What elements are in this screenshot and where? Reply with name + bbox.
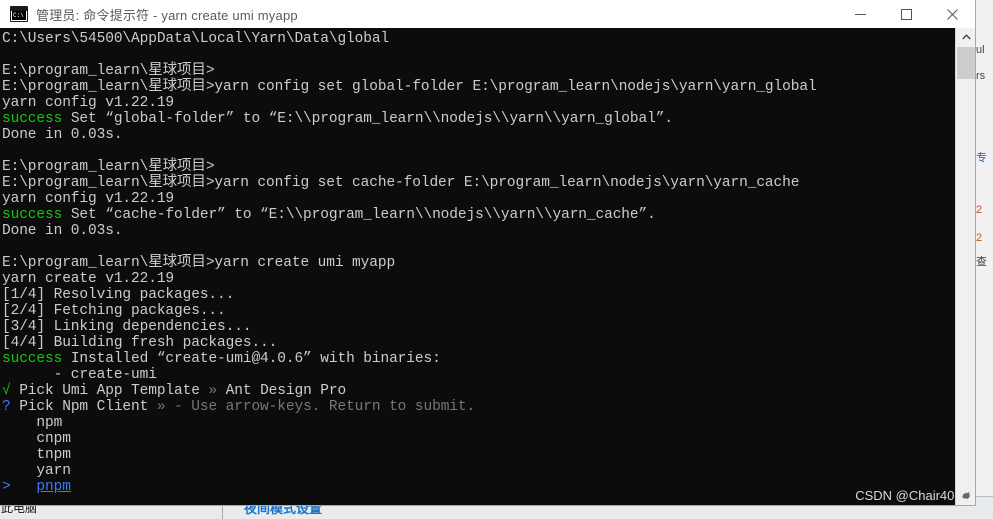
maximize-button[interactable] [883,0,929,28]
terminal-text: E:\program_learn\星球项目> [2,159,215,175]
terminal-line: yarn config v1.22.19 [2,191,953,207]
terminal-text: success [2,351,63,367]
window-titlebar[interactable]: 管理员: 命令提示符 - yarn create umi myapp [0,0,975,29]
terminal-text: [4/4] Building fresh packages... [2,335,278,351]
console-client-area[interactable]: C:\Users\54500\AppData\Local\Yarn\Data\g… [0,28,975,505]
terminal-text: Pick Npm Client [10,399,157,415]
window-title: 管理员: 命令提示符 - yarn create umi myapp [36,7,298,23]
background-window-right-edge: ul rs 专 2 2 查 [974,0,993,519]
scroll-down-arrow-icon[interactable] [956,487,975,505]
terminal-text: success [2,207,63,223]
background-text: 2 [976,232,983,244]
minimize-button[interactable] [837,0,883,28]
terminal-text: tnpm [2,447,71,463]
terminal-line: E:\program_learn\星球项目>yarn config set gl… [2,79,953,95]
terminal-text: E:\program_learn\星球项目> [2,63,215,79]
scrollbar-thumb[interactable] [957,47,975,79]
terminal-text: yarn [2,463,71,479]
terminal-text: [2/4] Fetching packages... [2,303,226,319]
console-window: 管理员: 命令提示符 - yarn create umi myapp C:\Us… [0,0,975,505]
terminal-line: E:\program_learn\星球项目>yarn config set ca… [2,175,953,191]
terminal-text[interactable]: pnpm [36,479,71,495]
terminal-text: Done in 0.03s. [2,127,123,143]
terminal-line: [3/4] Linking dependencies... [2,319,953,335]
scroll-up-arrow-icon[interactable] [956,28,975,46]
terminal-text: npm [2,415,63,431]
terminal-text: Ant Design Pro [217,383,347,399]
terminal-text: E:\program_learn\星球项目>yarn config set ca… [2,175,800,191]
terminal-line: success Set “global-folder” to “E:\\prog… [2,111,953,127]
terminal-line: Done in 0.03s. [2,223,953,239]
terminal-text: yarn config v1.22.19 [2,95,175,111]
terminal-line: [2/4] Fetching packages... [2,303,953,319]
terminal-line: [4/4] Building fresh packages... [2,335,953,351]
terminal-line: C:\Users\54500\AppData\Local\Yarn\Data\g… [2,31,953,47]
terminal-line: success Installed “create-umi@4.0.6” wit… [2,351,953,367]
terminal-text: E:\program_learn\星球项目>yarn create umi my… [2,255,396,271]
terminal-line: yarn create v1.22.19 [2,271,953,287]
background-text: rs [976,70,986,82]
terminal-line: cnpm [2,431,953,447]
terminal-line: yarn config v1.22.19 [2,95,953,111]
terminal-text: Installed “create-umi@4.0.6” with binari… [62,351,441,367]
terminal-text: cnpm [2,431,71,447]
terminal-text: C:\Users\54500\AppData\Local\Yarn\Data\g… [2,31,390,47]
terminal-text: yarn create v1.22.19 [2,271,175,287]
terminal-text: Set “global-folder” to “E:\\program_lear… [62,111,673,127]
terminal-text: - create-umi [2,367,157,383]
terminal-line: - create-umi [2,367,953,383]
terminal-text: > [2,479,11,495]
terminal-line: √ Pick Umi App Template » Ant Design Pro [2,383,953,399]
terminal-text: Set “cache-folder” to “E:\\program_learn… [62,207,656,223]
terminal-line: E:\program_learn\星球项目> [2,63,953,79]
terminal-text: √ [2,383,11,399]
terminal-line: ? Pick Npm Client » - Use arrow-keys. Re… [2,399,953,415]
terminal-text: E:\program_learn\星球项目>yarn config set gl… [2,79,817,95]
terminal-output[interactable]: C:\Users\54500\AppData\Local\Yarn\Data\g… [2,31,953,505]
background-text: 专 [976,152,987,164]
close-button[interactable] [929,0,975,28]
terminal-text: Done in 0.03s. [2,223,123,239]
cmd-console-icon [10,6,28,22]
terminal-line: E:\program_learn\星球项目>yarn create umi my… [2,255,953,271]
terminal-text: Pick Umi App Template [10,383,209,399]
terminal-line: npm [2,415,953,431]
terminal-line: yarn [2,463,953,479]
background-text: 查 [976,256,987,268]
terminal-text: [3/4] Linking dependencies... [2,319,252,335]
terminal-line: [1/4] Resolving packages... [2,287,953,303]
terminal-text: yarn config v1.22.19 [2,191,175,207]
background-text: 2 [976,204,983,216]
terminal-text: [1/4] Resolving packages... [2,287,235,303]
terminal-line: > pnpm [2,479,953,495]
terminal-line: E:\program_learn\星球项目> [2,159,953,175]
terminal-line: success Set “cache-folder” to “E:\\progr… [2,207,953,223]
terminal-text: ? [2,399,11,415]
terminal-line: tnpm [2,447,953,463]
terminal-text: success [2,111,63,127]
terminal-text: » - Use arrow-keys. Return to submit. [156,399,476,415]
window-controls [837,0,975,28]
terminal-text: » [208,383,218,399]
terminal-line: Done in 0.03s. [2,127,953,143]
background-text: ul [976,44,985,56]
console-scrollbar[interactable] [955,28,975,505]
